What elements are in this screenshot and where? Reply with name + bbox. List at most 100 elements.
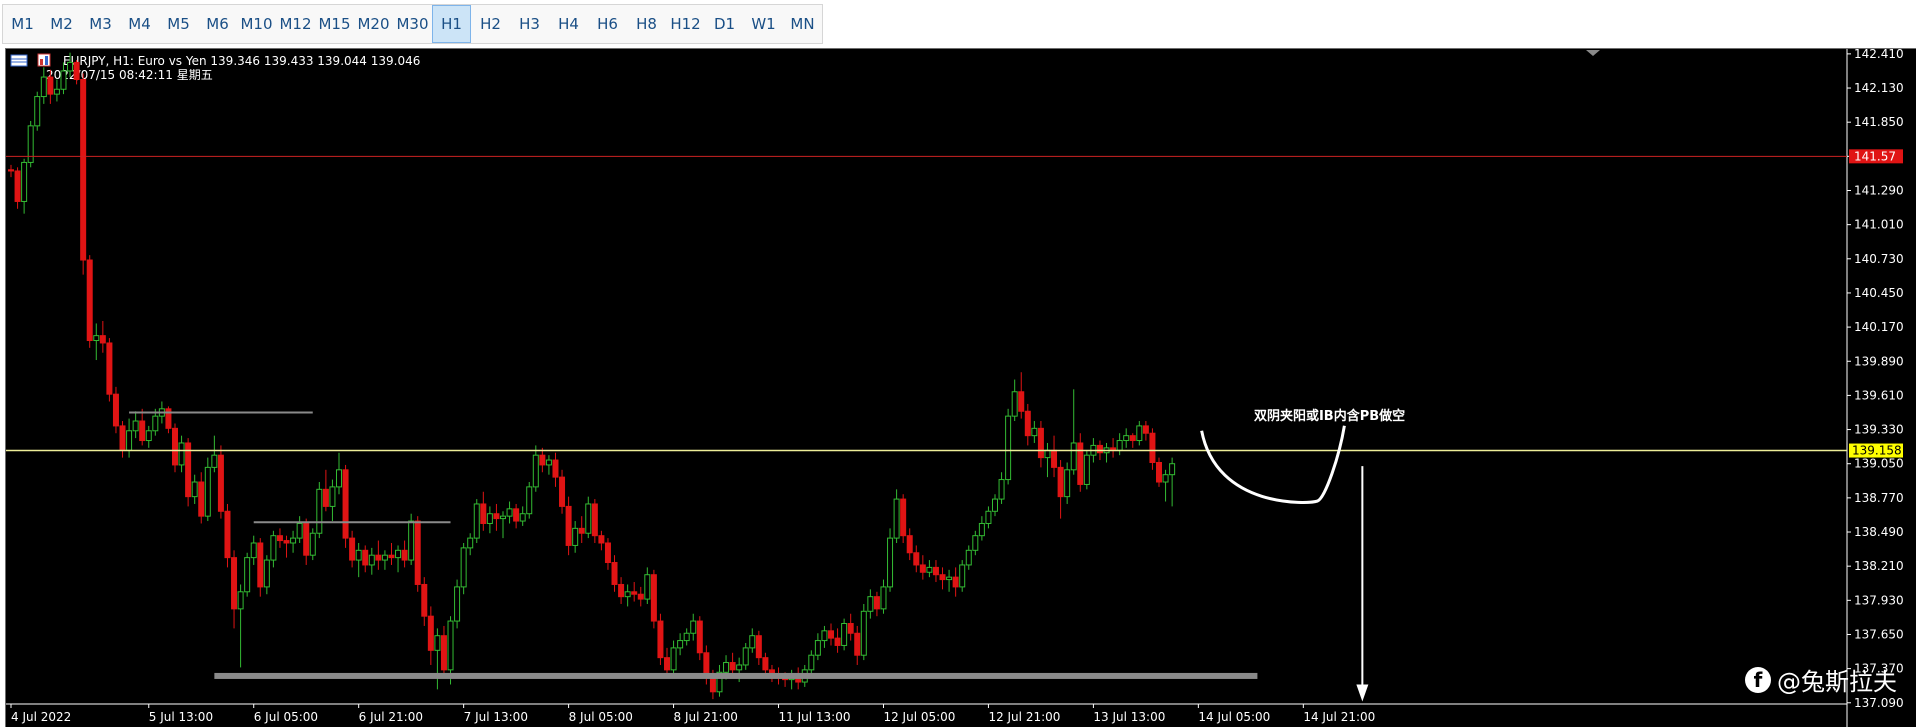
candle-body [250, 542, 257, 559]
candle-body [1064, 469, 1071, 498]
candle [598, 530, 605, 551]
candle [867, 589, 874, 619]
timeframe-button-m10[interactable]: M10 [237, 5, 276, 43]
chart-shift-marker[interactable] [1586, 50, 1600, 56]
candle-body [618, 583, 625, 598]
candle-body [873, 596, 880, 610]
candle-body [447, 620, 454, 671]
candle-body [401, 549, 408, 561]
candle-body [526, 486, 533, 515]
candle [565, 496, 572, 556]
candle [887, 528, 894, 592]
timeframe-button-h3[interactable]: H3 [510, 5, 549, 43]
timeframe-button-m4[interactable]: M4 [120, 5, 159, 43]
timeframe-button-m30[interactable]: M30 [393, 5, 432, 43]
candle [303, 518, 310, 565]
timeframe-button-m2[interactable]: M2 [42, 5, 81, 43]
timeframe-button-m15[interactable]: M15 [315, 5, 354, 43]
timeframe-button-m12[interactable]: M12 [276, 5, 315, 43]
candle-body [375, 554, 382, 561]
candle-body [604, 542, 611, 564]
candle [749, 628, 756, 653]
candle [1142, 421, 1149, 441]
time-tick-label: 8 Jul 05:00 [569, 710, 633, 724]
candle [919, 555, 926, 580]
candle [454, 579, 461, 629]
candle [1149, 428, 1156, 470]
candle [716, 664, 723, 697]
candle-body [1051, 449, 1058, 468]
price-tick-label: 141.010 [1854, 218, 1904, 232]
candle-body [99, 335, 106, 344]
candle [578, 516, 585, 543]
timeframe-button-h1[interactable]: H1 [432, 5, 471, 43]
candle-body [821, 630, 828, 642]
candle [93, 323, 100, 361]
candle-body [965, 549, 972, 566]
candle [263, 555, 270, 595]
timeframe-button-m1[interactable]: M1 [3, 5, 42, 43]
support-zone[interactable] [214, 672, 1258, 679]
timeframe-button-h2[interactable]: H2 [471, 5, 510, 43]
candle-body [834, 637, 841, 646]
candle-body [598, 535, 605, 544]
candle-body [808, 654, 815, 671]
candle-body [303, 522, 310, 556]
candle-body [926, 566, 933, 573]
candle [145, 425, 152, 448]
candle-body [80, 78, 87, 261]
candle-body [1018, 391, 1025, 412]
candle [1129, 433, 1136, 448]
candle [1051, 435, 1058, 478]
resistance-price-label: 141.57 [1849, 149, 1903, 164]
price-chart[interactable]: EURJPY, H1: Euro vs Yen 139.346 139.433 … [6, 49, 1917, 728]
candle-body [657, 620, 664, 659]
price-tick-label: 138.210 [1854, 559, 1904, 573]
candle-body [395, 549, 402, 559]
candle-body [985, 510, 992, 524]
price-axis: 142.410142.130141.850141.570141.290141.0… [1847, 49, 1904, 710]
annotation-group: 双阴夹阳或IB内含PB做空 [1200, 408, 1405, 702]
candle [1011, 379, 1018, 422]
candle-body [342, 469, 349, 539]
candle [755, 630, 762, 665]
candle-body [624, 591, 631, 598]
candle-body [60, 70, 67, 90]
drawn-arc [1200, 425, 1346, 504]
timeframe-button-h8[interactable]: H8 [627, 5, 666, 43]
candle-body [467, 537, 474, 549]
candle-body [690, 620, 697, 634]
timeframe-button-h4[interactable]: H4 [549, 5, 588, 43]
time-tick-label: 5 Jul 13:00 [149, 710, 213, 724]
candle [742, 643, 749, 670]
candle [992, 494, 998, 517]
candle [21, 158, 28, 214]
chart-menu-icon[interactable] [10, 54, 28, 67]
timeframe-button-h6[interactable]: H6 [588, 5, 627, 43]
candle-body [913, 552, 920, 566]
timeframe-button-h12[interactable]: H12 [666, 5, 705, 43]
candle-body [1149, 432, 1156, 463]
candle-body [152, 415, 159, 432]
timeframe-button-m6[interactable]: M6 [198, 5, 237, 43]
candle-body [513, 508, 520, 522]
candle [99, 321, 106, 353]
candle [585, 496, 592, 539]
candle [34, 91, 41, 131]
candle-body [276, 535, 283, 542]
watermark-text: @兔斯拉夫 [1777, 668, 1897, 696]
candle-body [946, 576, 953, 581]
candle [906, 528, 913, 561]
candle-body [650, 574, 657, 622]
candle [506, 501, 513, 524]
candle-body [145, 430, 152, 442]
price-tick-label: 138.490 [1854, 525, 1904, 539]
timeframe-button-m3[interactable]: M3 [81, 5, 120, 43]
timeframe-button-m5[interactable]: M5 [159, 5, 198, 43]
timeframe-button-w1[interactable]: W1 [744, 5, 783, 43]
chart-window[interactable]: EURJPY, H1: Euro vs Yen 139.346 139.433 … [5, 48, 1917, 728]
timeframe-button-mn[interactable]: MN [783, 5, 822, 43]
candle [460, 542, 467, 595]
timeframe-button-m20[interactable]: M20 [354, 5, 393, 43]
timeframe-button-d1[interactable]: D1 [705, 5, 744, 43]
